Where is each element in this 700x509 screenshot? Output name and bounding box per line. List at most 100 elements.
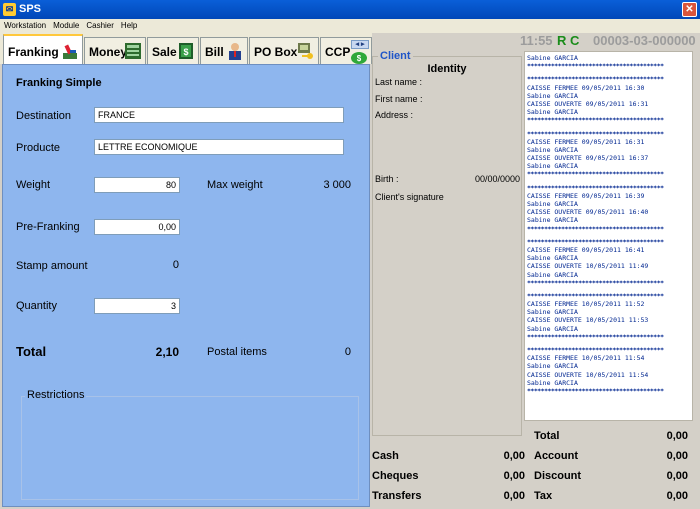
tax-label: Tax: [534, 490, 553, 502]
max-weight-label: Max weight: [207, 179, 263, 191]
stamp-sale-icon: $: [179, 43, 193, 59]
tab-scroll-arrows[interactable]: ◂ ▸: [351, 40, 369, 49]
tab-bill[interactable]: Bill: [200, 37, 248, 64]
window-title: SPS: [19, 3, 42, 15]
status-flags: R C: [557, 33, 580, 48]
account-label: Account: [534, 450, 578, 462]
receipt-line: Sabine GARCIA: [527, 145, 578, 154]
receipt-line: CAISSE FERMEE 09/05/2011 16:41: [527, 245, 645, 254]
receipt-line: Sabine GARCIA: [527, 216, 578, 225]
app-icon: ✉: [3, 3, 16, 16]
receipt-separator: ****************************************: [527, 224, 664, 233]
receipt-line: Sabine GARCIA: [527, 270, 578, 279]
receipt-separator: ****************************************: [527, 346, 664, 354]
weight-label: Weight: [16, 179, 51, 191]
max-weight-value: 3 000: [323, 179, 351, 191]
receipt-line: Sabine GARCIA: [527, 308, 578, 317]
menu-module[interactable]: Module: [49, 19, 82, 30]
weight-field[interactable]: 80: [94, 177, 180, 193]
product-field[interactable]: LETTRE ECONOMIQUE: [94, 139, 344, 155]
summary-total-label: Total: [534, 430, 560, 442]
product-label: Producte: [16, 142, 61, 154]
svg-text:$: $: [357, 54, 362, 63]
receipt-separator: ****************************************: [527, 237, 664, 246]
postal-items-value: 0: [344, 346, 351, 358]
postal-items-label: Postal items: [207, 346, 267, 358]
account-value: 0,00: [666, 450, 688, 462]
tab-sale[interactable]: Sale $: [147, 37, 199, 64]
last-name-label: Last name :: [375, 77, 423, 87]
receipt-line: CAISSE OUVERTE 10/05/2011 11:54: [527, 370, 649, 379]
prefranking-field[interactable]: 0,00: [94, 219, 180, 235]
discount-label: Discount: [534, 470, 582, 482]
title-bar: ✉ SPS ✕: [0, 0, 700, 19]
total-value: 2,10: [155, 345, 179, 359]
cheques-value: 0,00: [503, 470, 525, 482]
franking-machine-icon: [63, 44, 77, 59]
receipt-separator: ****************************************: [527, 116, 664, 125]
receipt-journal[interactable]: Sabine GARCIA ***************************…: [524, 51, 693, 421]
receipt-line: CAISSE FERMEE 10/05/2011 11:52: [527, 300, 645, 309]
tab-money[interactable]: Money: [84, 37, 146, 64]
receipt-line: Sabine GARCIA: [527, 378, 578, 387]
receipt-separator: ****************************************: [527, 332, 664, 341]
receipt-separator: ****************************************: [527, 278, 664, 287]
receipt-separator: ****************************************: [527, 129, 664, 138]
tab-po-box[interactable]: PO Box: [249, 37, 319, 64]
close-button[interactable]: ✕: [682, 2, 697, 17]
receipt-separator: ****************************************: [527, 291, 664, 300]
receipt-line: CAISSE FERMEE 09/05/2011 16:30: [527, 83, 645, 92]
cash-value: 0,00: [503, 450, 525, 462]
tab-franking-label: Franking: [8, 45, 59, 59]
transfers-value: 0,00: [503, 490, 525, 502]
receipt-line: Sabine GARCIA: [527, 254, 578, 263]
receipt-line: Sabine GARCIA: [527, 108, 578, 117]
identity-title: Identity: [427, 63, 467, 75]
franking-panel: Franking Simple Destination FRANCE Produ…: [2, 64, 370, 507]
client-signature-label: Client's signature: [375, 192, 444, 202]
receipt-line: CAISSE FERMEE 09/05/2011 16:31: [527, 137, 645, 146]
po-box-key-icon: [298, 43, 313, 59]
person-bill-icon: [229, 43, 241, 60]
destination-label: Destination: [16, 110, 72, 122]
client-legend: Client: [378, 50, 413, 62]
status-code: 00003-03-000000: [593, 33, 696, 48]
tax-value: 0,00: [666, 490, 688, 502]
quantity-field[interactable]: 3: [94, 298, 180, 314]
status-time: 11:55: [520, 33, 553, 48]
menu-bar: Workstation Module Cashier Help: [0, 19, 700, 33]
menu-workstation[interactable]: Workstation: [0, 19, 49, 30]
receipt-line: Sabine GARCIA: [527, 91, 578, 100]
receipt-line: Sabine GARCIA: [527, 362, 578, 371]
receipt-line: CAISSE OUVERTE 10/05/2011 11:53: [527, 316, 649, 325]
receipt-line: Sabine GARCIA: [527, 162, 578, 171]
transfers-label: Transfers: [372, 490, 422, 502]
receipt-separator: ****************************************: [527, 386, 664, 395]
menu-help[interactable]: Help: [117, 19, 140, 30]
total-label: Total: [16, 344, 47, 359]
receipt-line: CAISSE FERMEE 10/05/2011 11:54: [527, 354, 645, 363]
prefranking-label: Pre-Franking: [16, 221, 80, 233]
quantity-label: Quantity: [16, 300, 57, 312]
restrictions-box: [21, 396, 359, 500]
receipt-line: CAISSE FERMEE 09/05/2011 16:39: [527, 191, 645, 200]
tab-sale-label: Sale: [152, 45, 177, 59]
tab-bill-label: Bill: [205, 45, 224, 59]
tab-franking[interactable]: Franking: [3, 34, 83, 65]
svg-text:$: $: [183, 47, 188, 57]
address-label: Address :: [375, 110, 414, 120]
receipt-line: Sabine GARCIA: [527, 200, 578, 208]
tab-ccp[interactable]: CCP $ ◂ ▸: [320, 37, 372, 64]
tab-po-box-label: PO Box: [254, 45, 298, 59]
module-tabs: Franking Money Sale $ Bill PO Box CCP $ …: [0, 33, 372, 65]
discount-value: 0,00: [666, 470, 688, 482]
first-name-label: First name :: [375, 94, 423, 104]
receipt-line: CAISSE OUVERTE 09/05/2011 16:37: [527, 154, 649, 163]
money-order-icon: [125, 43, 141, 59]
destination-field[interactable]: FRANCE: [94, 107, 344, 123]
birth-value: 00/00/0000: [474, 174, 520, 184]
stamp-amount-label: Stamp amount: [16, 260, 88, 272]
tab-money-label: Money: [89, 45, 128, 59]
menu-cashier[interactable]: Cashier: [82, 19, 117, 30]
receipt-separator: ****************************************: [527, 62, 664, 71]
